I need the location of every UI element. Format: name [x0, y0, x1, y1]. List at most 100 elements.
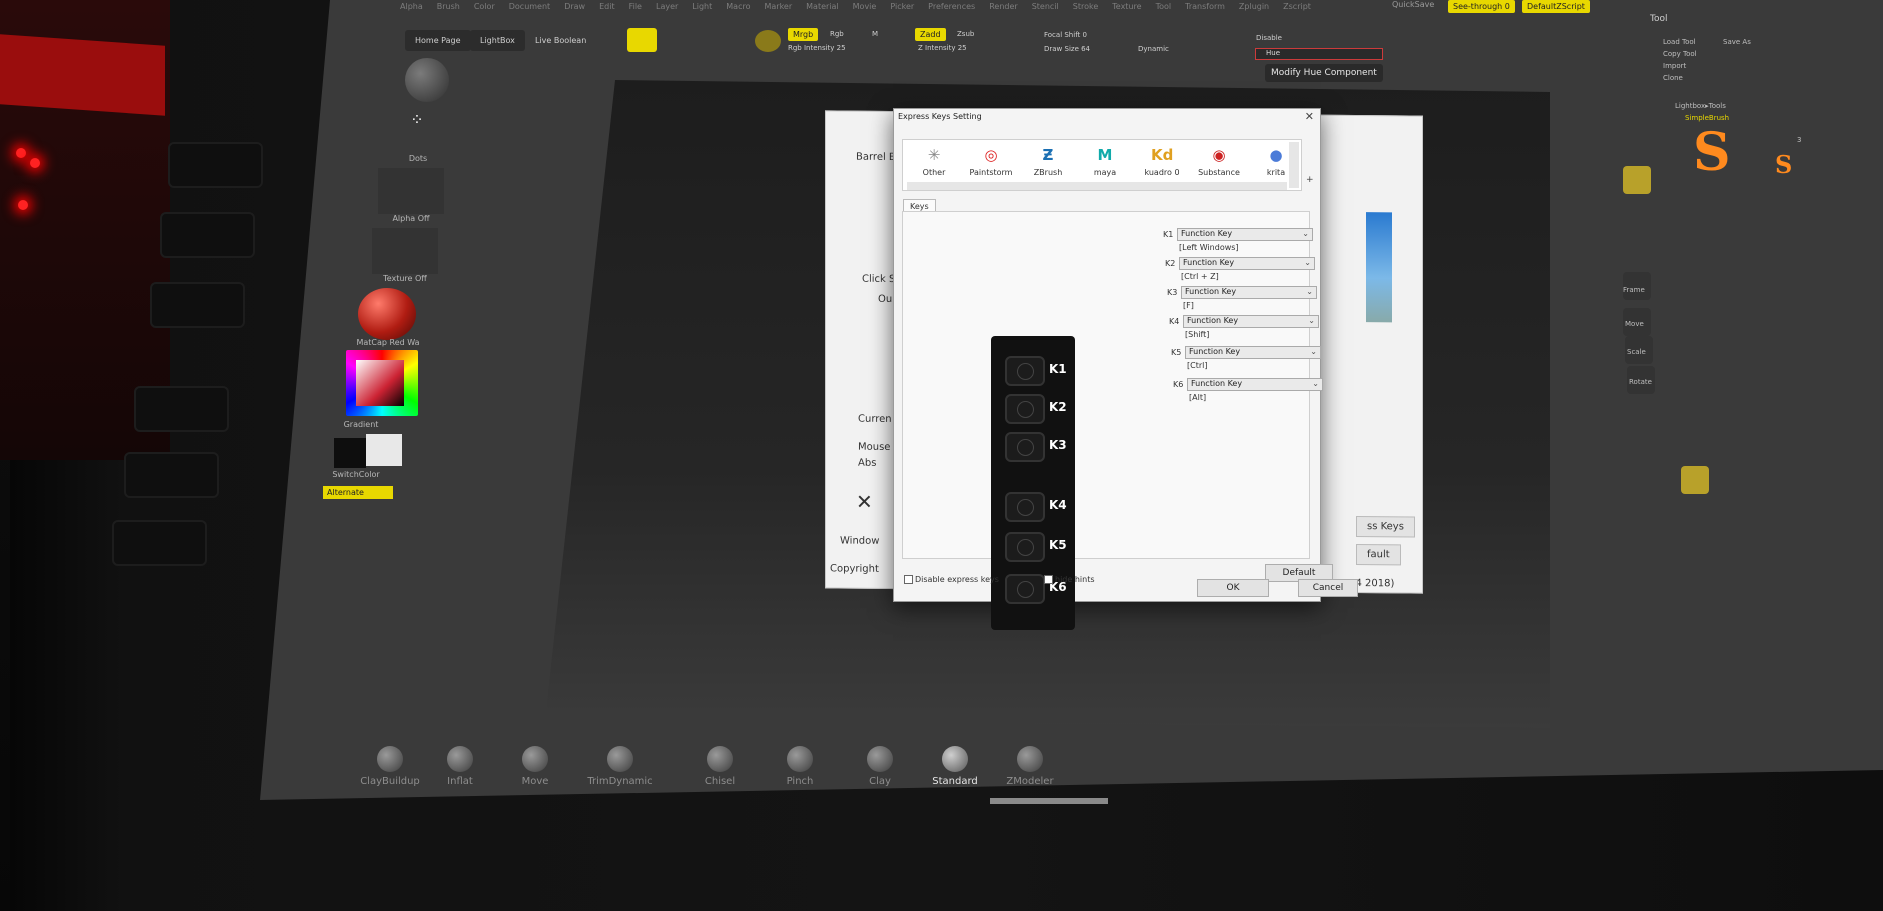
device-key-k1[interactable] — [1005, 356, 1045, 386]
absolute-radio[interactable]: Abs — [858, 458, 876, 469]
function-select[interactable]: Function Key ⌄ — [1187, 378, 1323, 391]
hue-slider[interactable]: Hue — [1255, 48, 1383, 60]
rgb-intensity-slider[interactable]: Rgb Intensity 25 — [788, 44, 846, 52]
stroke-dots-icon[interactable]: ⁘ — [392, 110, 442, 150]
simplebrush-slider[interactable]: SimpleBrush — [1685, 114, 1729, 122]
draw-size-slider[interactable]: Draw Size 64 — [1044, 45, 1090, 53]
brush-preview-icon[interactable] — [405, 58, 449, 102]
hardware-express-key[interactable] — [160, 212, 255, 258]
transp-icon[interactable] — [1681, 466, 1709, 494]
hardware-express-key[interactable] — [168, 142, 263, 188]
brush-clay[interactable]: Clay — [840, 746, 920, 787]
function-select[interactable]: Function Key ⌄ — [1181, 286, 1317, 299]
app-maya[interactable]: Mmaya — [1078, 144, 1132, 177]
menu-item-texture[interactable]: Texture — [1112, 2, 1141, 16]
menu-item-light[interactable]: Light — [692, 2, 712, 16]
import-button[interactable]: Import — [1663, 62, 1686, 70]
hardware-express-key[interactable] — [134, 386, 229, 432]
switchcolor-button[interactable]: SwitchColor — [326, 470, 386, 479]
menu-item-transform[interactable]: Transform — [1185, 2, 1225, 16]
brush-standard[interactable]: Standard — [915, 746, 995, 787]
menu-item-stencil[interactable]: Stencil — [1032, 2, 1059, 16]
menu-item-layer[interactable]: Layer — [656, 2, 678, 16]
m-button[interactable]: M — [872, 30, 878, 38]
device-key-k2[interactable] — [1005, 394, 1045, 424]
menu-item-brush[interactable]: Brush — [437, 2, 460, 16]
matcap-material-icon[interactable] — [358, 288, 416, 340]
disable-button[interactable]: Disable — [1256, 34, 1282, 42]
dynamic-toggle[interactable]: Dynamic — [1138, 45, 1169, 53]
default-button-back[interactable]: fault — [1356, 544, 1401, 566]
hardware-express-key[interactable] — [124, 452, 219, 498]
save-as-button[interactable]: Save As — [1723, 38, 1751, 46]
app-list-hscroll[interactable] — [907, 182, 1287, 190]
quicksave-button[interactable]: QuickSave — [1392, 0, 1434, 9]
menu-item-document[interactable]: Document — [509, 2, 550, 16]
menu-item-preferences[interactable]: Preferences — [928, 2, 975, 16]
menu-item-alpha[interactable]: Alpha — [400, 2, 423, 16]
simplebrush-small-icon[interactable]: S — [1775, 150, 1792, 179]
menu-item-material[interactable]: Material — [806, 2, 839, 16]
menu-item-movie[interactable]: Movie — [853, 2, 877, 16]
sphere-tool-icon[interactable] — [755, 30, 781, 52]
alternate-button[interactable]: Alternate — [323, 486, 393, 499]
color-picker[interactable] — [346, 350, 418, 416]
menu-item-marker[interactable]: Marker — [764, 2, 792, 16]
brush-chisel[interactable]: Chisel — [680, 746, 760, 787]
menu-item-macro[interactable]: Macro — [726, 2, 750, 16]
hardware-express-key[interactable] — [112, 520, 207, 566]
menu-item-color[interactable]: Color — [474, 2, 495, 16]
bottom-tray-handle[interactable] — [990, 798, 1108, 804]
close-x-icon[interactable]: ✕ — [856, 490, 873, 514]
color-picker-saturation[interactable] — [356, 360, 404, 406]
copy-tool-button[interactable]: Copy Tool — [1663, 50, 1697, 58]
z-intensity-slider[interactable]: Z Intensity 25 — [918, 44, 967, 52]
menu-item-zplugin[interactable]: Zplugin — [1239, 2, 1269, 16]
device-key-k3[interactable] — [1005, 432, 1045, 462]
texture-slot[interactable] — [372, 228, 438, 274]
device-key-k6[interactable] — [1005, 574, 1045, 604]
app-krita[interactable]: ● krita — [1249, 144, 1303, 177]
menu-item-tool[interactable]: Tool — [1156, 2, 1172, 16]
alpha-slot[interactable] — [378, 168, 444, 214]
menu-item-picker[interactable]: Picker — [890, 2, 914, 16]
brush-inflat[interactable]: Inflat — [420, 746, 500, 787]
hardware-express-key[interactable] — [150, 282, 245, 328]
brush-claybuildup[interactable]: ClayBuildup — [350, 746, 430, 787]
mrgb-button[interactable]: Mrgb — [788, 28, 819, 41]
cancel-button[interactable]: Cancel — [1298, 579, 1358, 597]
function-select[interactable]: Function Key ⌄ — [1183, 315, 1319, 328]
windows-ink-checkbox[interactable]: Window — [840, 536, 879, 547]
home-page-button[interactable]: Home Page — [405, 30, 471, 51]
device-key-k5[interactable] — [1005, 532, 1045, 562]
menu-item-zscript[interactable]: Zscript — [1283, 2, 1311, 16]
checkbox-box[interactable] — [904, 575, 913, 584]
live-boolean-button[interactable]: Live Boolean — [525, 30, 596, 51]
default-zscript-button[interactable]: DefaultZScript — [1522, 0, 1590, 13]
zsub-button[interactable]: Zsub — [957, 30, 974, 38]
app-kuadro-0[interactable]: Kd kuadro 0 — [1135, 144, 1189, 177]
brush-pinch[interactable]: Pinch — [760, 746, 840, 787]
disable-express-keys-checkbox[interactable]: Disable express keys — [904, 575, 999, 584]
function-select[interactable]: Function Key ⌄ — [1179, 257, 1315, 270]
app-substance[interactable]: ◉ Substance — [1192, 144, 1246, 177]
load-tool-button[interactable]: Load Tool — [1663, 38, 1696, 46]
main-color-swatch[interactable] — [366, 434, 402, 466]
checkbox-box[interactable] — [1044, 575, 1053, 584]
see-through-slider[interactable]: See-through 0 — [1448, 0, 1515, 13]
secondary-color-swatch[interactable] — [334, 438, 366, 468]
focal-shift-slider[interactable]: Focal Shift 0 — [1044, 31, 1087, 39]
brush-zmodeler[interactable]: ZModeler — [990, 746, 1070, 787]
close-icon[interactable]: ✕ — [1305, 110, 1314, 123]
hide-hints-checkbox[interactable]: hide hints — [1044, 575, 1095, 584]
lightbox-tools-button[interactable]: Lightbox▸Tools — [1675, 102, 1726, 110]
menu-item-draw[interactable]: Draw — [564, 2, 585, 16]
express-keys-button[interactable]: ss Keys — [1356, 516, 1415, 538]
menu-item-file[interactable]: File — [629, 2, 642, 16]
device-key-k4[interactable] — [1005, 492, 1045, 522]
lightbox-button[interactable]: LightBox — [470, 30, 525, 51]
zadd-button[interactable]: Zadd — [915, 28, 946, 41]
function-select[interactable]: Function Key ⌄ — [1185, 346, 1321, 359]
edit-mode-button[interactable] — [627, 28, 657, 52]
app-zbrush[interactable]: Ƶ ZBrush — [1021, 144, 1075, 177]
